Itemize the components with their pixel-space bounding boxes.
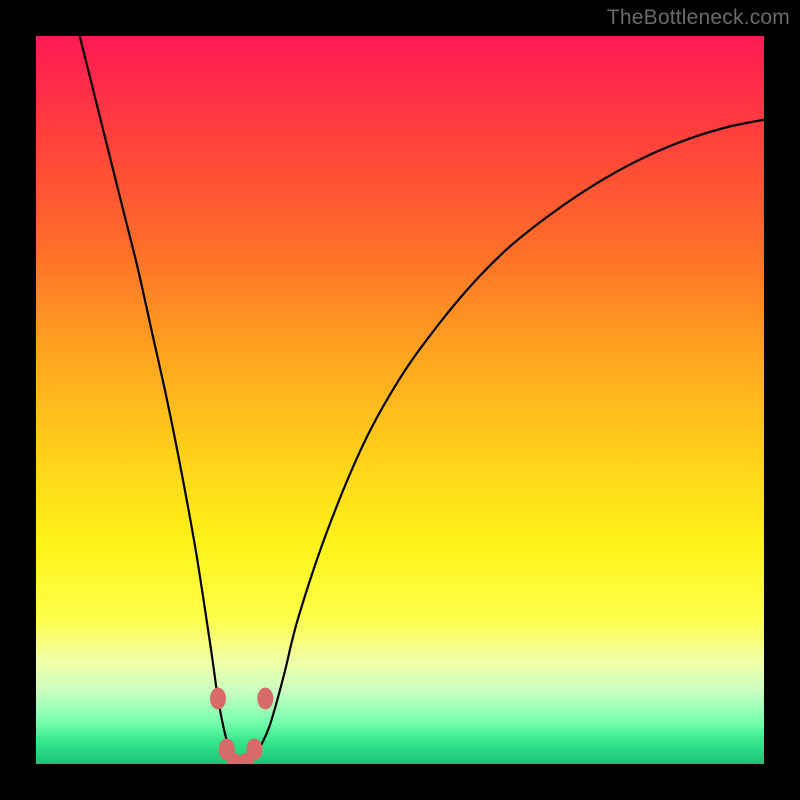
bottleneck-curve <box>80 36 764 764</box>
watermark-text: TheBottleneck.com <box>607 6 790 30</box>
chart-frame: TheBottleneck.com <box>0 0 800 800</box>
curve-svg <box>36 36 764 764</box>
curve-markers <box>210 687 273 764</box>
curve-marker <box>210 687 226 709</box>
curve-marker <box>257 687 273 709</box>
curve-marker <box>246 738 262 760</box>
plot-area <box>36 36 764 764</box>
